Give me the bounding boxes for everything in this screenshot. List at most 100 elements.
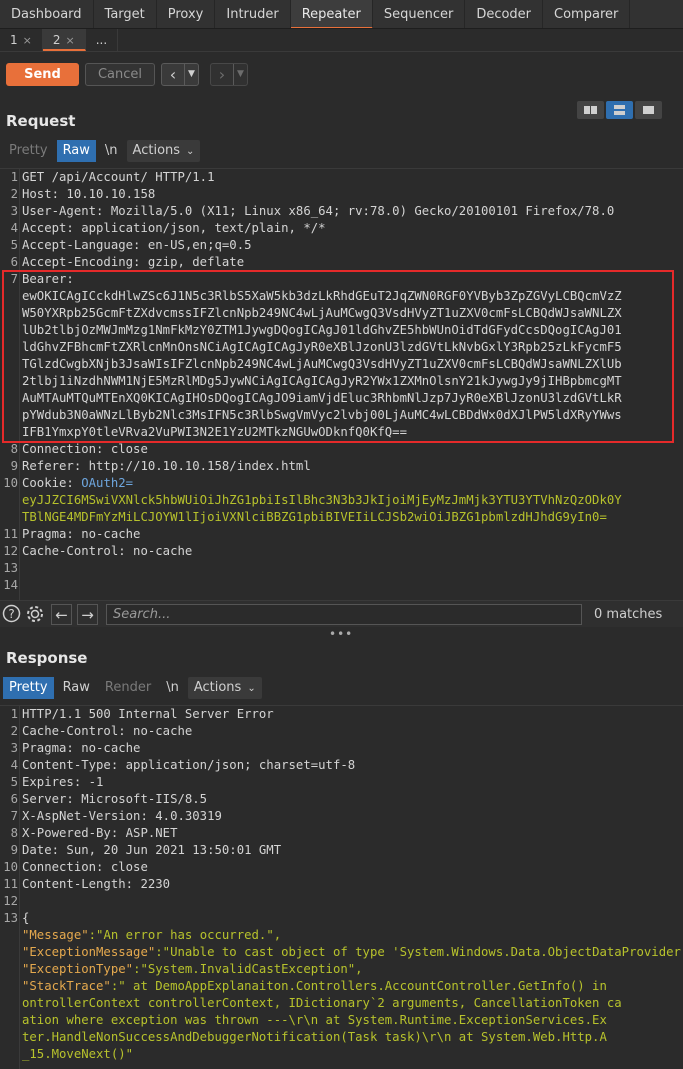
code-text: {	[22, 911, 30, 925]
close-icon[interactable]: ×	[66, 34, 75, 47]
pane-splitter-handle[interactable]: •••	[329, 627, 353, 641]
editor-line: 7 Bearer:	[0, 271, 683, 288]
tabbed-layout-icon[interactable]	[635, 101, 662, 119]
request-tab-pretty[interactable]: Pretty	[3, 140, 54, 162]
dropdown-arrow-icon[interactable]: ▼	[233, 64, 247, 85]
main-tab-intruder[interactable]: Intruder	[215, 0, 291, 28]
side-by-side-layout-icon[interactable]	[577, 101, 604, 119]
gear-icon[interactable]	[24, 604, 45, 625]
response-tab-pretty[interactable]: Pretty	[3, 677, 54, 699]
request-tab-actions[interactable]: Actions ⌄	[126, 140, 201, 162]
code-text: Content-Length: 2230	[22, 877, 171, 891]
editor-line: 3 Pragma: no-cache	[0, 740, 683, 757]
line-number: 4	[10, 221, 18, 235]
editor-line: 1 HTTP/1.1 500 Internal Server Error	[0, 706, 683, 723]
request-editor[interactable]: 1 GET /api/Account/ HTTP/1.1 2 Host: 10.10.…	[0, 168, 683, 600]
request-tab-raw[interactable]: Raw	[56, 140, 96, 162]
chevron-down-icon: ⌄	[247, 683, 256, 694]
code-str: :"Unable to cast object of type 'System.…	[155, 945, 683, 959]
line-text: IFB1YmxpY0tleVRva2VuPWI3N2E1YzU2MTkzNGUw…	[22, 424, 407, 441]
line-number: 10	[3, 476, 18, 490]
code-hl: TBlNGE4MDFmYzMiLCJOYW1lIjoiVXNlciBBZG1pb…	[22, 510, 607, 524]
line-text: Host: 10.10.10.158	[22, 186, 155, 203]
response-tab-newline[interactable]: \n	[160, 677, 185, 699]
line-text: ation where exception was thrown ---\r\n…	[22, 1012, 607, 1029]
main-tab-proxy[interactable]: Proxy	[157, 0, 216, 28]
editor-line: 6 Accept-Encoding: gzip, deflate	[0, 254, 683, 271]
editor-line: 10 Connection: close	[0, 859, 683, 876]
line-text: pYWdub3N0aWNzLlByb2Nlc3MsIFN5c3RlbSwgVmV…	[22, 407, 622, 424]
arrow-left-icon[interactable]: ←	[51, 604, 72, 625]
line-text: lUb2tlbjOzMWJmMzg1NmFkMzY0ZTM1JywgDQogIC…	[22, 322, 622, 339]
code-text: Cookie:	[22, 476, 82, 490]
cancel-button[interactable]: Cancel	[85, 63, 155, 86]
layout-toggle-group	[577, 101, 662, 119]
line-text: {	[22, 910, 29, 927]
editor-line: W50YXRpb25GcmFtZXdvcmssIFZlcnNpb249NC4wL…	[0, 305, 683, 322]
editor-line: 4 Content-Type: application/json; charset…	[0, 757, 683, 774]
line-text: Accept: application/json, text/plain, */…	[22, 220, 326, 237]
editor-line: 12 Cache-Control: no-cache	[0, 543, 683, 560]
line-number: 7	[10, 809, 18, 823]
history-back-button[interactable]: ‹ ▼	[161, 63, 199, 86]
line-text: "Message":"An error has occurred.",	[22, 927, 281, 944]
main-tab-target[interactable]: Target	[94, 0, 157, 28]
history-forward-button[interactable]: › ▼	[210, 63, 248, 86]
code-text: Pragma: no-cache	[22, 741, 141, 755]
line-text: X-AspNet-Version: 4.0.30319	[22, 808, 222, 825]
editor-line: 7 X-AspNet-Version: 4.0.30319	[0, 808, 683, 825]
repeater-tab-2[interactable]: 2 ×	[42, 29, 86, 51]
editor-line: 8 Connection: close	[0, 441, 683, 458]
response-tab-raw[interactable]: Raw	[57, 677, 96, 699]
tab-label: Render	[104, 680, 152, 695]
svg-text:?: ?	[8, 607, 14, 621]
main-tab-repeater[interactable]: Repeater	[290, 0, 373, 28]
editor-line: IFB1YmxpY0tleVRva2VuPWI3N2E1YzU2MTkzNGUw…	[0, 424, 683, 441]
editor-line: lUb2tlbjOzMWJmMzg1NmFkMzY0ZTM1JywgDQogIC…	[0, 322, 683, 339]
main-tab-dashboard[interactable]: Dashboard	[0, 0, 94, 28]
line-text: eyJJZCI6MSwiVXNlck5hbWUiOiJhZG1pbiIsIlBh…	[22, 492, 622, 509]
arrow-right-icon[interactable]: →	[77, 604, 98, 625]
repeater-tab-1[interactable]: 1 ×	[0, 29, 43, 51]
repeater-tab-3[interactable]: ...	[86, 29, 119, 51]
main-tab-comparer[interactable]: Comparer	[543, 0, 631, 28]
editor-line: "ExceptionType":"System.InvalidCastExcep…	[0, 961, 683, 978]
request-tab-newline[interactable]: \n	[99, 140, 124, 162]
response-tab-actions[interactable]: Actions ⌄	[187, 677, 262, 699]
response-editor[interactable]: 1 HTTP/1.1 500 Internal Server Error 2 Cach…	[0, 705, 683, 1069]
editor-line: "ExceptionMessage":"Unable to cast objec…	[0, 944, 683, 961]
close-icon[interactable]: ×	[23, 34, 32, 47]
editor-line: 13	[0, 560, 683, 577]
code-text: X-AspNet-Version: 4.0.30319	[22, 809, 222, 823]
line-number: 5	[10, 775, 18, 789]
help-icon[interactable]: ?	[1, 604, 22, 625]
code-text: Pragma: no-cache	[22, 527, 141, 541]
response-tab-render[interactable]: Render	[99, 677, 157, 699]
code-text: Cache-Control: no-cache	[22, 724, 193, 738]
editor-line: AuMTAuMTQuMTEnXQ0KICAgIHOsDQogICAgJO9iam…	[0, 390, 683, 407]
line-number: 1	[10, 707, 18, 721]
line-number: 9	[10, 843, 18, 857]
tab-label: \n	[104, 143, 118, 158]
code-text: Connection: close	[22, 860, 148, 874]
send-button[interactable]: Send	[6, 63, 79, 86]
code-str: :"System.InvalidCastException",	[133, 962, 363, 976]
code-str: ontrollerContext controllerContext, IDic…	[22, 996, 622, 1010]
tab-label: Pretty	[9, 143, 48, 158]
code-text: HTTP/1.1 500 Internal Server Error	[22, 707, 274, 721]
tab-label: Raw	[62, 143, 90, 158]
line-text: Cookie: OAuth2=	[22, 475, 133, 492]
editor-line: 6 Server: Microsoft-IIS/8.5	[0, 791, 683, 808]
main-tab-bar: Dashboard Target Proxy Intruder Repeater Sequ…	[0, 0, 683, 29]
tab-label: 2	[52, 33, 61, 47]
chevron-left-icon: ‹	[169, 65, 177, 84]
response-view-tabs: Pretty Raw Render \n Actions ⌄	[0, 677, 262, 699]
search-input[interactable]: Search...	[106, 604, 582, 625]
dropdown-arrow-icon[interactable]: ▼	[184, 64, 198, 85]
line-number: 1	[10, 170, 18, 184]
editor-line: 2 Cache-Control: no-cache	[0, 723, 683, 740]
main-tab-decoder[interactable]: Decoder	[465, 0, 544, 28]
main-tab-sequencer[interactable]: Sequencer	[373, 0, 466, 28]
code-text: Accept-Encoding: gzip, deflate	[22, 255, 245, 269]
stacked-layout-icon[interactable]	[606, 101, 633, 119]
